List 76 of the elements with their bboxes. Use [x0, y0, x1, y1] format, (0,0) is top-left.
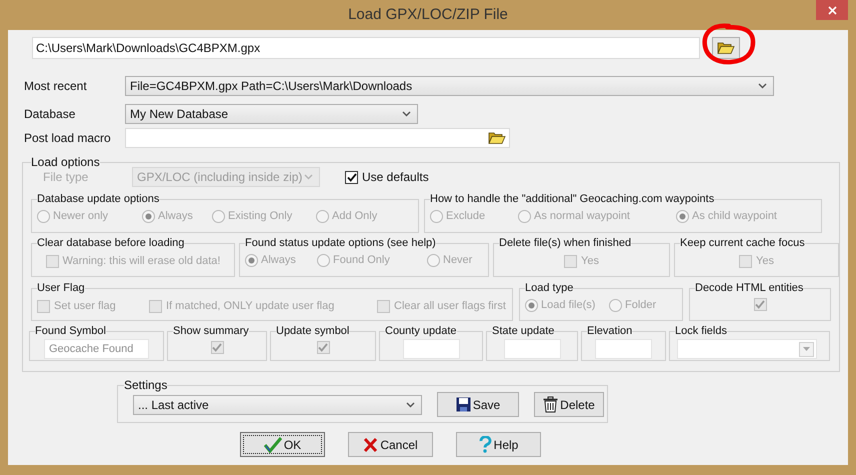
- dialog-button[interactable]: Cancel: [348, 432, 433, 457]
- folder-icon: [488, 131, 506, 145]
- field-value: Geocache Found: [49, 342, 134, 357]
- text-field[interactable]: [595, 339, 652, 359]
- checkmark-icon: [264, 436, 282, 452]
- checkbox-label: Use defaults: [362, 169, 429, 186]
- text-field[interactable]: [402, 339, 460, 359]
- window-title: Load GPX/LOC/ZIP File: [348, 4, 508, 25]
- checkmark-icon: [212, 343, 222, 352]
- dialog-button[interactable]: Save: [437, 392, 519, 417]
- radio-label: Folder: [625, 298, 656, 313]
- dropdown-arrow-icon: [803, 347, 810, 351]
- macro-field[interactable]: [125, 128, 510, 148]
- dropdown-value: ... Last active: [138, 396, 209, 414]
- question-mark-icon: [478, 436, 492, 453]
- field-label: Most recent: [24, 78, 88, 95]
- radio-label: Load file(s): [541, 298, 596, 313]
- group-label: Settings: [124, 379, 168, 392]
- checkbox[interactable]: [345, 170, 358, 184]
- dropdown-value: GPX/LOC (including inside zip): [137, 169, 302, 186]
- field-label: File type: [43, 169, 90, 186]
- dialog-button[interactable]: Help: [456, 432, 541, 457]
- folder-icon: [717, 41, 735, 55]
- close-icon: [828, 6, 836, 14]
- dialog-button[interactable]: Delete: [534, 392, 604, 417]
- radio-label: As normal waypoint: [534, 209, 630, 224]
- group-label: Found Symbol: [35, 325, 106, 338]
- dropdown-value: My New Database: [130, 106, 228, 123]
- radio-label: Existing Only: [228, 209, 292, 224]
- settings-dropdown[interactable]: ... Last active: [133, 394, 422, 414]
- x-mark-icon: [363, 436, 378, 452]
- group-label: State update: [492, 325, 554, 338]
- group-label: Load options: [31, 156, 100, 169]
- browse-button[interactable]: [712, 37, 740, 59]
- group-label: Show summary: [173, 325, 249, 338]
- most-recent-dropdown[interactable]: File=GC4BPXM.gpx Path=C:\Users\Mark\Downloads: [125, 76, 774, 96]
- checkbox-label: Warning: this will erase old data!: [62, 254, 220, 269]
- close-button[interactable]: [816, 0, 848, 20]
- radio-label: Add Only: [332, 209, 378, 224]
- radio-label: Exclude: [446, 209, 486, 224]
- group-label: Keep current cache focus: [680, 237, 805, 250]
- radio-label: Never: [443, 253, 472, 268]
- group-label: Delete file(s) when finished: [499, 237, 632, 250]
- group-label: Found status update options (see help): [245, 237, 436, 250]
- group-label: Elevation: [587, 325, 632, 338]
- group-label: County update: [385, 325, 457, 338]
- group-label: Decode HTML entities: [695, 282, 804, 295]
- text-field[interactable]: [504, 339, 560, 359]
- radio-label: Always: [158, 209, 193, 224]
- group-label: Lock fields: [675, 325, 727, 338]
- database-dropdown[interactable]: My New Database: [125, 104, 418, 124]
- checkmark-icon: [318, 343, 328, 352]
- checkbox-label: Yes: [756, 254, 774, 269]
- radio-label: Found Only: [333, 253, 390, 268]
- group-label: User Flag: [37, 282, 85, 295]
- checkbox-label: If matched, ONLY update user flag: [166, 299, 334, 314]
- dropdown-value: File=GC4BPXM.gpx Path=C:\Users\Mark\Downloads: [130, 78, 412, 95]
- radio-label: As child waypoint: [692, 209, 777, 224]
- trash-can-icon: [543, 396, 558, 413]
- radio-label: Always: [261, 253, 296, 268]
- group-label: Load type: [525, 282, 574, 295]
- file-path-field[interactable]: C:\Users\Mark\Downloads\GC4BPXM.gpx: [32, 37, 700, 59]
- field-label: Post load macro: [24, 130, 112, 147]
- field-label: Database: [24, 106, 76, 123]
- group-label: Update symbol: [276, 325, 350, 338]
- field-value: C:\Users\Mark\Downloads\GC4BPXM.gpx: [36, 40, 260, 57]
- group-label: How to handle the "additional" Geocaching.com waypoints: [430, 193, 714, 206]
- checkmark-icon: [755, 300, 765, 309]
- checkbox-label: Yes: [581, 254, 599, 269]
- dialog-button[interactable]: OK: [240, 432, 325, 457]
- group-label: Database update options: [37, 193, 160, 206]
- group-label: Clear database before loading: [37, 237, 184, 250]
- radio-label: Newer only: [53, 209, 108, 224]
- checkmark-icon: [346, 172, 356, 182]
- checkbox-label: Clear all user flags first: [394, 299, 506, 314]
- checkbox-label: Set user flag: [54, 299, 116, 314]
